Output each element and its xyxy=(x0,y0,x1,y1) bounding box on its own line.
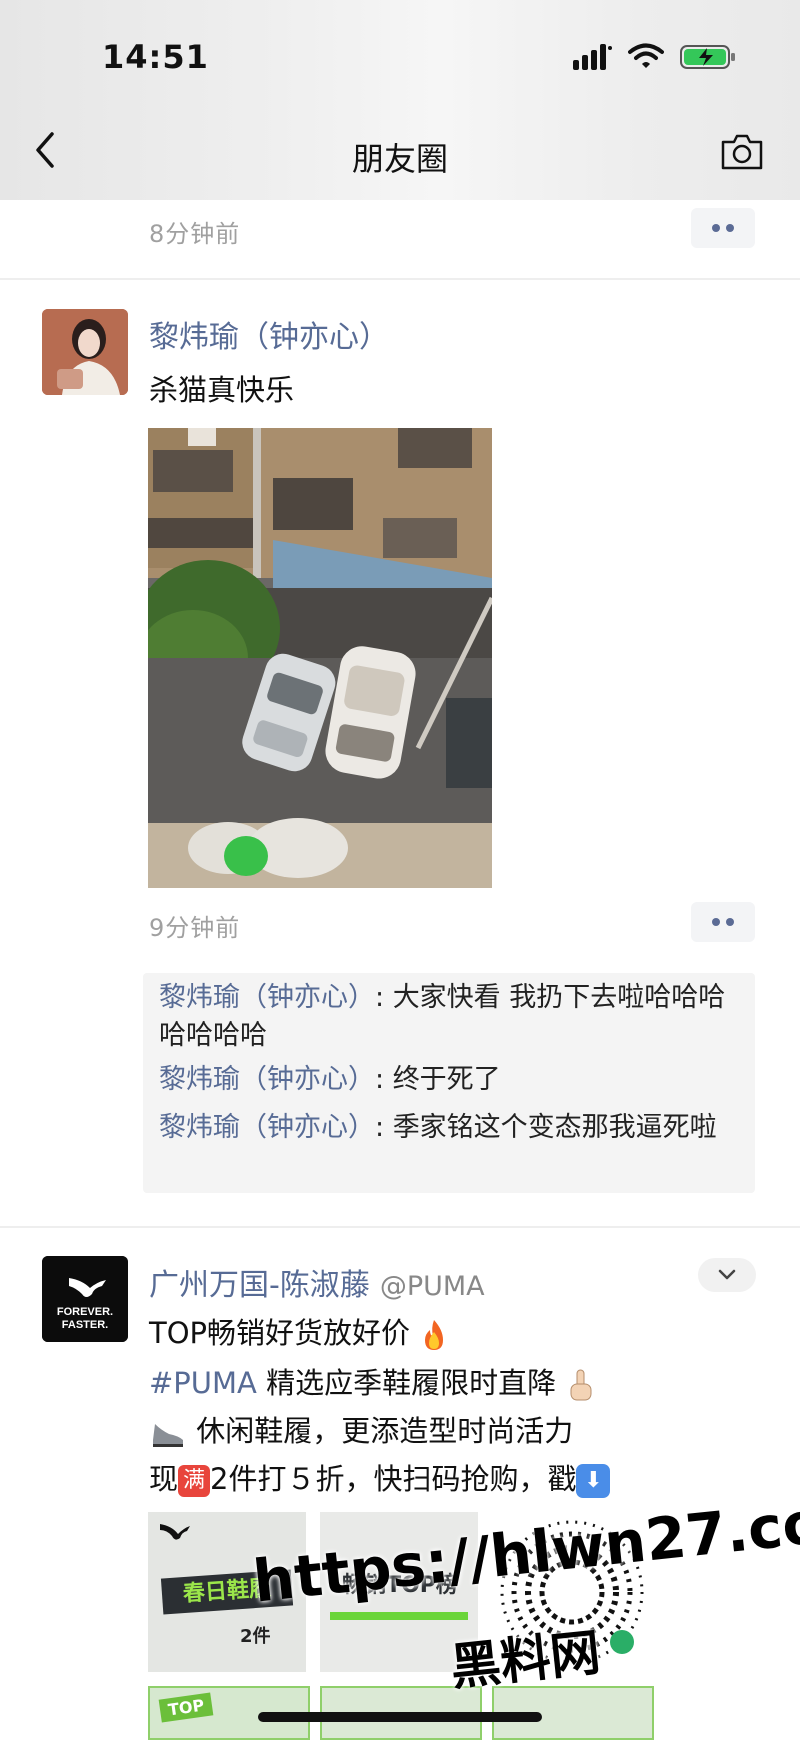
puma-logo-icon xyxy=(160,1524,190,1540)
post-more-button[interactable] xyxy=(691,208,755,248)
comment-item[interactable]: 黎炜瑜（钟亦心）: 终于死了 xyxy=(159,1061,739,1099)
ad-line-1: TOP畅销好货放好价 xyxy=(149,1310,449,1352)
comment-separator: : xyxy=(375,1064,393,1095)
avatar-photo xyxy=(42,309,128,395)
comment-author[interactable]: 黎炜瑜（钟亦心） xyxy=(159,982,375,1013)
wifi-icon xyxy=(628,43,664,68)
cellular-signal-icon xyxy=(573,44,612,70)
comment-separator: : xyxy=(375,982,393,1013)
fire-emoji-icon xyxy=(425,1320,444,1350)
post-more-button[interactable] xyxy=(691,902,755,942)
post-author[interactable]: 黎炜瑜（钟亦心） xyxy=(149,312,389,356)
home-indicator[interactable] xyxy=(258,1712,542,1722)
ad-line-2: #PUMA 精选应季鞋履限时直降 xyxy=(149,1360,595,1402)
post-author[interactable]: 广州万国-陈淑藤 @PUMA xyxy=(149,1260,485,1304)
ad-line-3: 休闲鞋履，更添造型时尚活力 xyxy=(149,1408,573,1450)
author-handle: @PUMA xyxy=(379,1271,485,1302)
avatar-slogan-line: FOREVER. xyxy=(56,1306,114,1318)
comment-author[interactable]: 黎炜瑜（钟亦心） xyxy=(159,1064,375,1095)
ad-line-4-pre: 现 xyxy=(149,1462,179,1496)
status-time: 14:51 xyxy=(102,38,209,76)
ad-options-button[interactable] xyxy=(698,1258,756,1292)
post-text: 杀猫真快乐 xyxy=(149,373,295,407)
dot-icon xyxy=(712,224,720,232)
ad-line-1-text: TOP畅销好货放好价 xyxy=(149,1316,411,1350)
hashtag-link[interactable]: #PUMA xyxy=(149,1366,257,1400)
ad-line-2-text: 精选应季鞋履限时直降 xyxy=(256,1366,557,1400)
avatar[interactable] xyxy=(42,309,128,395)
ad-line-4-post: 2件打５折，快扫码抢购，戳 xyxy=(210,1462,577,1496)
post-divider xyxy=(0,1226,800,1228)
sneaker-emoji-icon xyxy=(153,1424,183,1447)
comment-separator: : xyxy=(375,1112,393,1143)
comment-text: 季家铭这个变态那我逼死啦 xyxy=(392,1112,717,1143)
ad-tile-tag: TOP xyxy=(158,1692,214,1723)
dot-icon xyxy=(712,918,720,926)
top-bar: 14:51 朋友圈 xyxy=(0,0,800,200)
avatar-slogan-line: FASTER. xyxy=(61,1319,109,1331)
comment-text: 终于死了 xyxy=(392,1064,501,1095)
dot-icon xyxy=(726,224,734,232)
comment-item[interactable]: 黎炜瑜（钟亦心）: 季家铭这个变态那我逼死啦 xyxy=(159,1109,739,1147)
dot-icon xyxy=(726,918,734,926)
ad-tile-subtitle: 2件 xyxy=(240,1626,271,1647)
post-divider xyxy=(0,278,800,280)
post-timestamp: 9分钟前 xyxy=(149,914,241,942)
down-arrow-emoji-icon: ⬇ xyxy=(576,1464,611,1498)
page-title: 朋友圈 xyxy=(351,140,448,178)
ad-line-4: 现满 2件打５折，快扫码抢购，戳 ⬇ xyxy=(149,1456,611,1498)
battery-charging-icon xyxy=(680,45,735,69)
post-photo xyxy=(148,428,492,888)
comment-item[interactable]: 黎炜瑜（钟亦心）: 大家快看 我扔下去啦哈哈哈哈哈哈哈 xyxy=(159,979,739,1055)
comments-panel: 黎炜瑜（钟亦心）: 大家快看 我扔下去啦哈哈哈哈哈哈哈 黎炜瑜（钟亦心）: 终于… xyxy=(143,973,755,1193)
ad-tile-accent xyxy=(330,1612,468,1620)
post-image[interactable] xyxy=(148,428,492,888)
author-name[interactable]: 广州万国-陈淑藤 xyxy=(149,1268,370,1303)
man-badge-icon: 满 xyxy=(178,1465,211,1497)
avatar[interactable]: FOREVER. FASTER. xyxy=(42,1256,128,1342)
post-timestamp: 8分钟前 xyxy=(149,220,241,248)
pointing-up-emoji-icon xyxy=(570,1369,592,1401)
camera-icon[interactable] xyxy=(720,132,764,172)
ad-line-3-text: 休闲鞋履，更添造型时尚活力 xyxy=(196,1414,574,1448)
comment-author[interactable]: 黎炜瑜（钟亦心） xyxy=(159,1112,375,1143)
chevron-down-icon xyxy=(718,1269,736,1280)
avatar-slogan: FOREVER. FASTER. xyxy=(42,1306,128,1332)
